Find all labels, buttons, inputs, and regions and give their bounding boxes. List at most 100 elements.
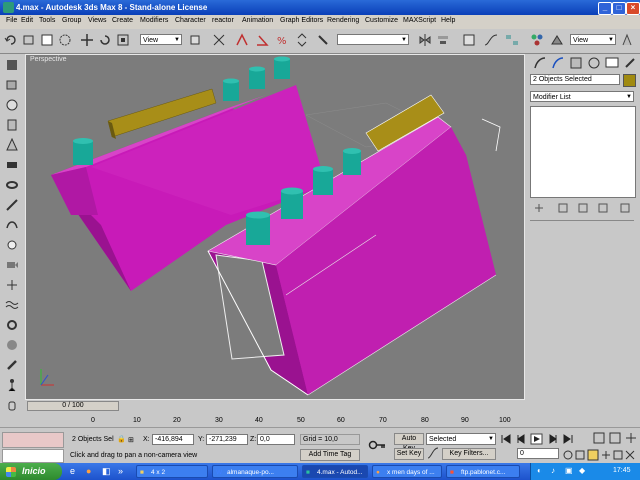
menu-views[interactable]: Views — [88, 17, 107, 24]
sphere-icon[interactable] — [5, 98, 19, 112]
utilities-tab-icon[interactable] — [623, 56, 637, 70]
quicklaunch-icon[interactable]: ◧ — [102, 466, 111, 477]
menu-animation[interactable]: Animation — [242, 17, 273, 24]
menu-maxscript[interactable]: MAXScript — [403, 17, 436, 24]
snap-icon[interactable] — [235, 33, 249, 47]
object-name-field[interactable]: 2 Objects Selected — [530, 74, 620, 85]
absolute-mode-icon[interactable]: ⊞ — [128, 436, 134, 444]
key-mode-toggle-icon[interactable] — [592, 432, 638, 444]
current-frame-field[interactable]: 0 — [517, 448, 559, 459]
menu-create[interactable]: Create — [112, 17, 133, 24]
scale-icon[interactable] — [116, 33, 130, 47]
spacewarp-icon[interactable] — [5, 298, 19, 312]
schematic-view-icon[interactable] — [505, 33, 519, 47]
system-icon[interactable] — [5, 318, 19, 332]
taskbar-item-browser[interactable]: ● x men days of ... — [372, 465, 442, 478]
menu-file[interactable]: File — [6, 17, 17, 24]
undo-icon[interactable] — [4, 33, 18, 47]
antivirus-icon[interactable]: ◆ — [579, 466, 585, 475]
x-coord-field[interactable]: -416,894 — [152, 434, 194, 445]
lock-icon[interactable]: 🔒 — [117, 435, 126, 443]
menu-group[interactable]: Group — [62, 17, 81, 24]
select-region-icon[interactable] — [58, 33, 72, 47]
key-filters-button[interactable]: Key Filters... — [442, 448, 496, 460]
volume-icon[interactable]: ♪ — [551, 466, 555, 475]
z-coord-field[interactable]: 0,0 — [257, 434, 295, 445]
modifier-stack[interactable] — [530, 106, 636, 198]
shape-icon[interactable] — [5, 218, 19, 232]
taskbar-item-ftp[interactable]: ■ ftp.pablonet.c... — [446, 465, 520, 478]
cylinder-icon[interactable] — [5, 118, 19, 132]
key-mode-dropdown[interactable]: Selected ▼ — [426, 433, 496, 445]
ie-icon[interactable]: e — [70, 466, 75, 476]
quicklaunch-more-icon[interactable]: » — [118, 466, 123, 476]
perspective-viewport[interactable]: Perspective — [25, 54, 525, 400]
mirror-icon[interactable] — [418, 33, 432, 47]
menu-reactor[interactable]: reactor — [212, 17, 234, 24]
maxscript-listener[interactable] — [2, 432, 64, 448]
taskbar-item-3dsmax[interactable]: ■ 4.max - Autod... — [302, 465, 368, 478]
maxscript-mini-listener[interactable] — [2, 449, 64, 463]
move-icon[interactable] — [80, 33, 94, 47]
close-button[interactable]: × — [626, 2, 640, 15]
named-selection-dropdown[interactable]: ▼ — [337, 34, 409, 45]
stack-controls[interactable] — [533, 202, 633, 214]
select-object-icon[interactable] — [40, 33, 54, 47]
maximize-button[interactable]: □ — [612, 2, 626, 15]
camera-icon[interactable] — [5, 258, 19, 272]
pan-hand-icon[interactable] — [5, 398, 19, 412]
menu-tools[interactable]: Tools — [39, 17, 55, 24]
display-tab-icon[interactable] — [605, 56, 619, 70]
render-type-dropdown[interactable]: View ▼ — [570, 34, 616, 45]
taskbar-item-folder[interactable]: ■ 4 x 2 — [136, 465, 208, 478]
menu-edit[interactable]: Edit — [21, 17, 33, 24]
reactor-icon[interactable] — [5, 338, 19, 352]
y-coord-field[interactable]: -271,239 — [206, 434, 248, 445]
modify-tab-icon[interactable] — [551, 56, 565, 70]
rotate-icon[interactable] — [98, 33, 112, 47]
hierarchy-tab-icon[interactable] — [569, 56, 583, 70]
create-tools-icon[interactable] — [5, 58, 19, 72]
torus-icon[interactable] — [5, 178, 19, 192]
cone-icon[interactable] — [5, 138, 19, 152]
set-key-button[interactable]: Set Key — [394, 448, 424, 460]
menu-customize[interactable]: Customize — [365, 17, 398, 24]
playback-controls[interactable] — [500, 433, 590, 445]
network-icon[interactable]: ▣ — [565, 466, 573, 475]
light-icon[interactable] — [5, 238, 19, 252]
named-selection-icon[interactable] — [316, 33, 330, 47]
auto-key-button[interactable]: Auto Key — [394, 433, 424, 452]
menu-graph-editors[interactable]: Graph Editors — [280, 17, 323, 24]
menu-character[interactable]: Character — [175, 17, 206, 24]
render-setup-icon[interactable] — [550, 33, 564, 47]
add-time-tag-button[interactable]: Add Time Tag — [300, 449, 360, 461]
create-tab-icon[interactable] — [533, 56, 547, 70]
curve-editor-icon[interactable] — [484, 33, 498, 47]
bone-icon[interactable] — [5, 358, 19, 372]
angle-snap-icon[interactable] — [255, 33, 269, 47]
menu-modifiers[interactable]: Modifiers — [140, 17, 168, 24]
layer-manager-icon[interactable] — [462, 33, 476, 47]
menu-help[interactable]: Help — [441, 17, 455, 24]
quick-render-icon[interactable] — [620, 33, 634, 47]
percent-snap-icon[interactable]: % — [275, 33, 289, 47]
firefox-icon[interactable]: ● — [86, 466, 91, 476]
select-link-icon[interactable] — [22, 33, 36, 47]
taskbar-item-word[interactable]: Walmanaque-po... — [212, 465, 298, 478]
time-slider[interactable]: 0 / 100 — [27, 401, 119, 411]
modifier-list-dropdown[interactable]: Modifier List ▼ — [530, 91, 634, 102]
helper-icon[interactable] — [5, 278, 19, 292]
biped-icon[interactable] — [5, 378, 19, 392]
material-editor-icon[interactable] — [530, 33, 544, 47]
select-manipulate-icon[interactable] — [212, 33, 226, 47]
start-button[interactable]: Inicio — [0, 463, 62, 480]
tray-icon[interactable]: ◐ — [537, 466, 542, 475]
track-bar[interactable]: 0 10 20 30 40 50 60 70 80 90 100 — [25, 413, 525, 427]
menu-rendering[interactable]: Rendering — [327, 17, 359, 24]
box-icon[interactable] — [5, 78, 19, 92]
reference-coordinate-dropdown[interactable]: View ▼ — [140, 34, 182, 45]
viewport-navigation-controls[interactable] — [562, 448, 638, 462]
line-icon[interactable] — [5, 198, 19, 212]
object-color-swatch[interactable] — [623, 74, 636, 87]
default-in-out-tangents-icon[interactable] — [427, 447, 439, 459]
